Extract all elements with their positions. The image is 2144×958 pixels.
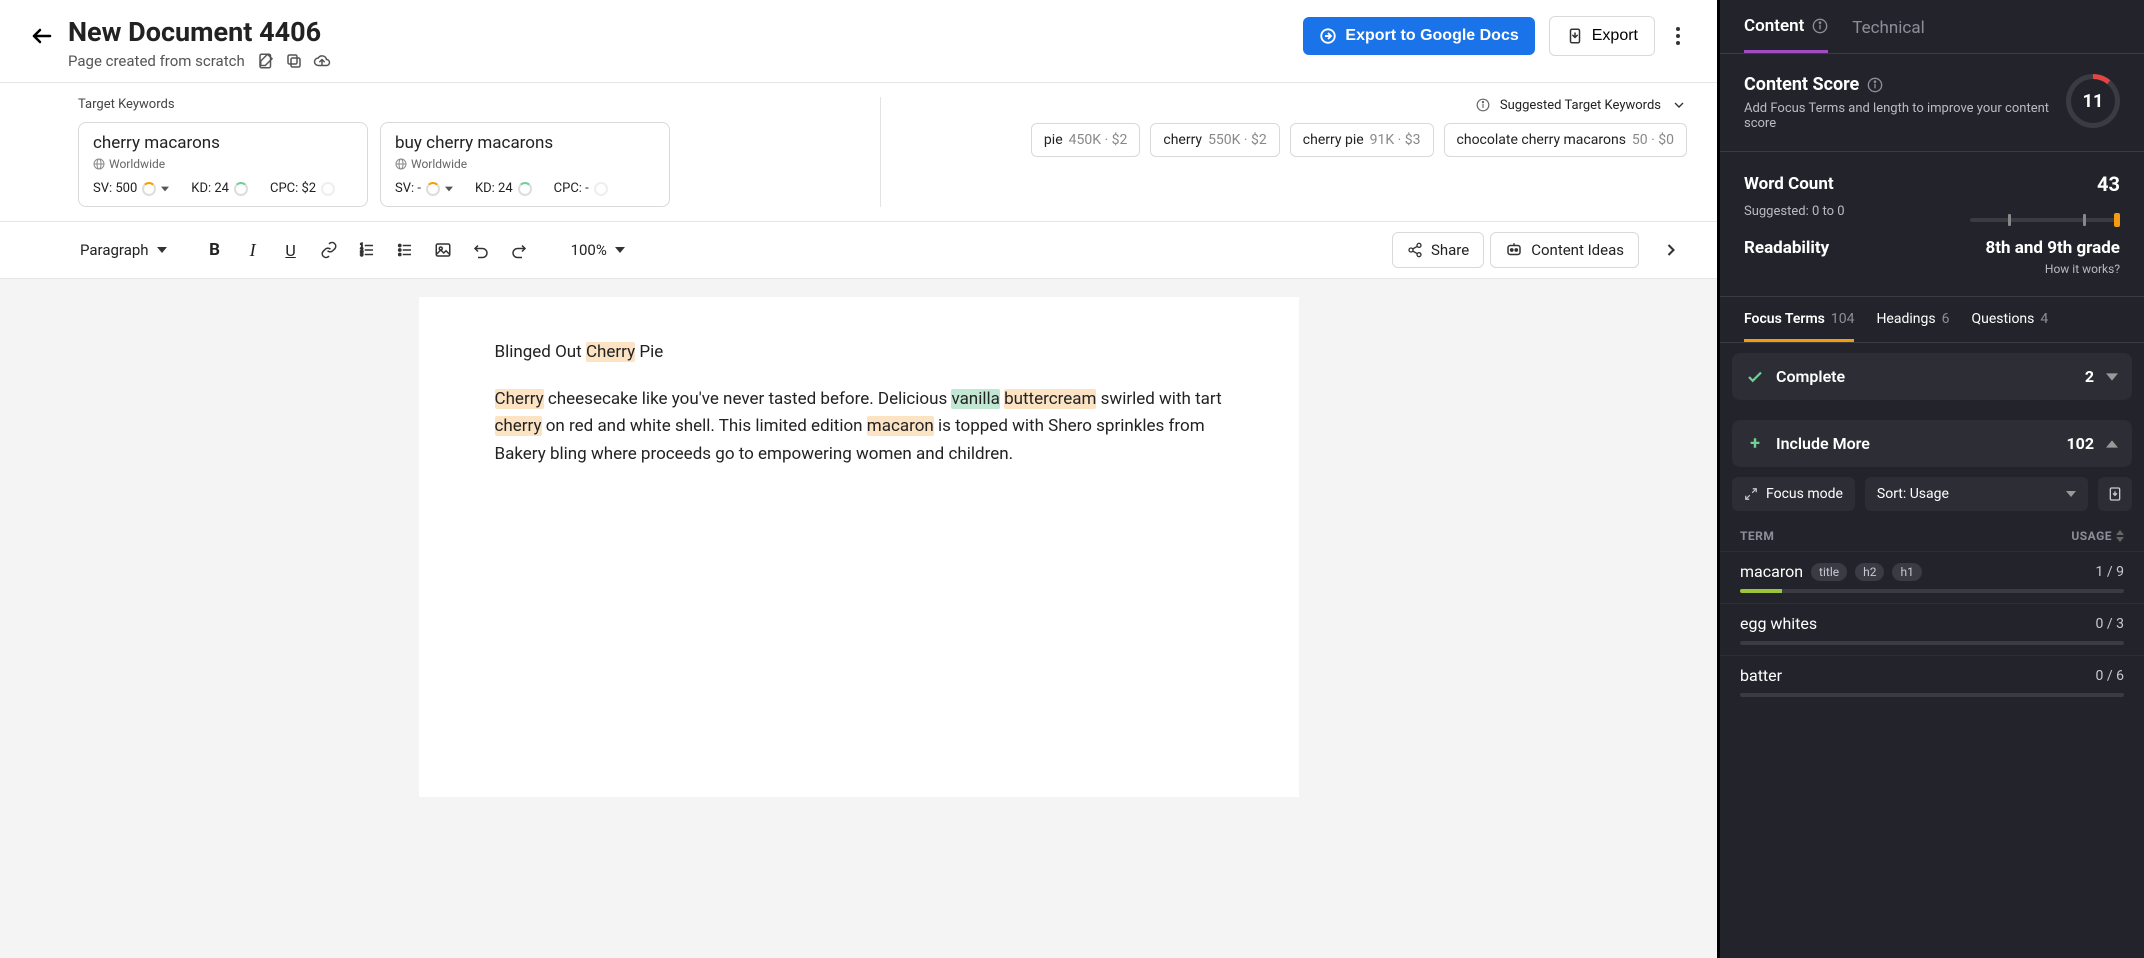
suggested-keyword-chip[interactable]: chocolate cherry macarons50 · $0	[1444, 123, 1687, 157]
subtab-headings[interactable]: Headings6	[1876, 311, 1949, 342]
content-score-hint: Add Focus Terms and length to improve yo…	[1744, 101, 2050, 131]
focus-mode-button[interactable]: Focus mode	[1732, 477, 1855, 511]
term-header: TERM	[1740, 529, 1774, 543]
undo-button[interactable]	[465, 234, 497, 266]
export-google-docs-button[interactable]: Export to Google Docs	[1303, 17, 1534, 55]
zoom-dropdown[interactable]: 100%	[563, 235, 633, 265]
word-count-label: Word Count	[1744, 174, 1834, 194]
subtab-focus-terms[interactable]: Focus Terms104	[1744, 311, 1854, 342]
copy-icon[interactable]	[285, 52, 303, 70]
info-icon[interactable]	[1476, 98, 1490, 112]
term-row[interactable]: macaron titleh2h1 1 / 9	[1720, 551, 2144, 603]
editor-heading: Blinged Out Cherry Pie	[495, 339, 1223, 366]
edit-page-icon[interactable]	[257, 52, 275, 70]
suggested-keywords-label: Suggested Target Keywords	[1500, 98, 1661, 113]
chevron-down-icon[interactable]	[1671, 97, 1687, 113]
editor-body: Cherry cheesecake like you've never tast…	[495, 386, 1223, 468]
accordion-include-more[interactable]: + Include More 102	[1732, 420, 2132, 467]
suggested-keyword-chip[interactable]: pie450K · $2	[1031, 123, 1140, 157]
suggested-keyword-chip[interactable]: cherry pie91K · $3	[1290, 123, 1434, 157]
content-score-label: Content Score	[1744, 74, 1859, 95]
unordered-list-button[interactable]	[389, 234, 421, 266]
readability-value: 8th and 9th grade	[1986, 238, 2120, 258]
cloud-upload-icon[interactable]	[313, 52, 331, 70]
term-row[interactable]: batter 0 / 6	[1720, 655, 2144, 707]
share-button[interactable]: Share	[1392, 232, 1484, 268]
more-menu-icon[interactable]	[1669, 20, 1687, 52]
export-terms-icon[interactable]	[2098, 477, 2132, 511]
suggested-keyword-chip[interactable]: cherry550K · $2	[1150, 123, 1279, 157]
accordion-complete[interactable]: Complete 2	[1732, 353, 2132, 400]
word-count-suggested: Suggested: 0 to 0	[1744, 204, 1845, 219]
paragraph-dropdown[interactable]: Paragraph	[72, 235, 175, 265]
tab-content[interactable]: Content	[1744, 16, 1828, 53]
bold-button[interactable]: B	[199, 234, 231, 266]
back-button[interactable]	[30, 16, 54, 48]
document-subtitle: Page created from scratch	[68, 52, 245, 70]
tab-technical[interactable]: Technical	[1852, 16, 1924, 53]
content-ideas-button[interactable]: Content Ideas	[1490, 232, 1639, 268]
content-score-gauge: 11	[2066, 74, 2120, 128]
keyword-card[interactable]: cherry macarons Worldwide SV: 500 KD: 24…	[78, 122, 368, 207]
word-count-value: 43	[2097, 172, 2120, 196]
usage-header[interactable]: USAGE	[2071, 529, 2112, 543]
expand-sidebar-icon[interactable]	[1655, 234, 1687, 266]
export-button[interactable]: Export	[1549, 16, 1655, 56]
editor-canvas[interactable]: Blinged Out Cherry Pie Cherry cheesecake…	[419, 297, 1299, 797]
subtab-questions[interactable]: Questions4	[1971, 311, 2048, 342]
document-title[interactable]: New Document 4406	[68, 16, 1289, 48]
underline-button[interactable]: U	[275, 234, 307, 266]
svg-text:3: 3	[360, 252, 363, 258]
target-keywords-label: Target Keywords	[78, 97, 860, 112]
term-row[interactable]: egg whites 0 / 3	[1720, 603, 2144, 655]
readability-how-link[interactable]: How it works?	[1986, 262, 2120, 276]
ordered-list-button[interactable]: 123	[351, 234, 383, 266]
link-button[interactable]	[313, 234, 345, 266]
readability-label: Readability	[1744, 238, 1829, 258]
image-button[interactable]	[427, 234, 459, 266]
word-count-slider	[1970, 218, 2120, 222]
italic-button[interactable]: I	[237, 234, 269, 266]
sort-dropdown[interactable]: Sort: Usage	[1865, 477, 2088, 511]
keyword-card[interactable]: buy cherry macarons Worldwide SV: - KD: …	[380, 122, 670, 207]
redo-button[interactable]	[503, 234, 535, 266]
